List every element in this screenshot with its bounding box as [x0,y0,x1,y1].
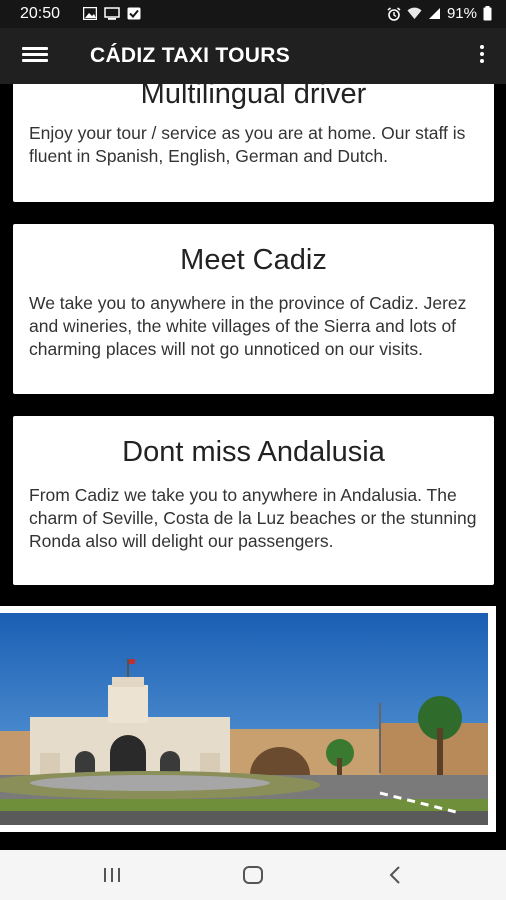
battery-icon [483,6,492,21]
home-icon[interactable] [233,863,273,887]
checkbox-icon [127,7,141,20]
wifi-icon [407,7,422,20]
card-title: Meet Cadiz [180,244,327,276]
status-time: 20:50 [20,5,61,22]
card-dont-miss-andalusia: Dont miss Andalusia From Cadiz we take y… [13,416,494,585]
card-multilingual-driver: Multilingual driver Enjoy your tour / se… [13,84,494,202]
app-title: CÁDIZ TAXI TOURS [90,44,291,67]
app-toolbar: CÁDIZ TAXI TOURS [0,28,506,84]
monitor-icon [104,7,120,20]
content-scroll[interactable]: Multilingual driver Enjoy your tour / se… [0,84,506,850]
signal-icon [428,8,440,19]
status-bar: 20:50 91% [0,0,506,28]
card-text: From Cadiz we take you to anywhere in An… [29,485,477,551]
hamburger-menu-icon[interactable] [22,44,48,66]
system-nav-bar [0,850,506,900]
alarm-icon [387,6,401,21]
photo-frame [0,606,496,832]
card-meet-cadiz: Meet Cadiz We take you to anywhere in th… [13,224,494,394]
recents-icon[interactable] [92,863,132,887]
status-right: 91% [387,5,492,22]
back-icon[interactable] [375,863,415,887]
battery-percent: 91% [446,5,477,22]
more-vert-icon[interactable] [478,45,486,67]
card-title: Dont miss Andalusia [122,436,385,468]
card-text: We take you to anywhere in the province … [29,293,467,359]
puerta-de-tierra-photo [0,613,488,825]
card-text: Enjoy your tour / service as you are at … [29,123,466,166]
card-title: Multilingual driver [140,84,367,110]
gallery-icon [83,7,97,20]
